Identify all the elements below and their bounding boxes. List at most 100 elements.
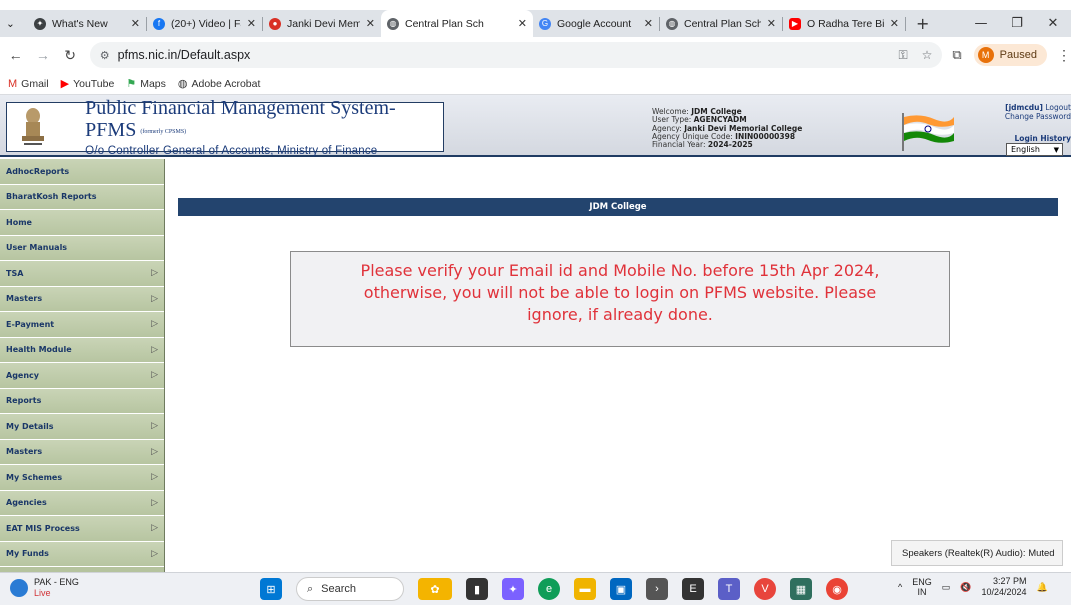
bookmark-star-icon[interactable]: ☆ [922, 48, 933, 63]
submenu-arrow-icon: ▷ [151, 548, 158, 559]
address-toolbar: ← → ↻ ⚙ pfms.nic.in/Default.aspx ⚿ ☆ ⧉ M… [0, 37, 1071, 73]
news-widget[interactable]: PAK - ENG Live [10, 577, 79, 599]
bookmark-label: Gmail [21, 77, 49, 90]
minimize-button[interactable]: — [963, 16, 999, 31]
network-icon[interactable]: ▭ [942, 582, 951, 593]
chrome-icon[interactable]: ◉ [826, 578, 848, 600]
widgets-icon[interactable]: ✿ [418, 578, 452, 600]
teams-icon[interactable]: T [718, 578, 740, 600]
input-language[interactable]: ENG IN [912, 577, 932, 597]
sidebar-item-label: EAT MIS Process [6, 523, 80, 533]
tab-whats-new[interactable]: ✦ What's New ✕ [28, 10, 146, 37]
close-icon[interactable]: ✕ [131, 17, 140, 30]
sidebar-item-masters-2[interactable]: Masters ▷ [0, 439, 164, 465]
bookmark-label: YouTube [73, 77, 115, 90]
close-icon[interactable]: ✕ [366, 17, 375, 30]
language-select[interactable]: English ▼ [1006, 143, 1063, 156]
sidebar-item-bharatkosh-reports[interactable]: BharatKosh Reports [0, 184, 164, 210]
notice-line: otherwise, you will not be able to login… [363, 283, 877, 302]
globe-icon: ◍ [666, 17, 678, 30]
close-icon[interactable]: ✕ [890, 17, 899, 30]
edge-icon[interactable]: e [538, 578, 560, 600]
terminal-icon[interactable]: › [646, 578, 668, 600]
formerly-label: (formerly CPSMS) [140, 128, 187, 135]
sidebar-item-label: User Manuals [6, 243, 68, 253]
clock[interactable]: 3:27 PM 10/24/2024 [981, 576, 1026, 598]
vivaldi-icon[interactable]: V [754, 578, 776, 600]
sidebar-item-tsa[interactable]: TSA ▷ [0, 261, 164, 287]
close-icon[interactable]: ✕ [767, 17, 776, 30]
sidebar-item-e-payment[interactable]: E-Payment ▷ [0, 312, 164, 338]
sidebar-item-label: BharatKosh Reports [6, 192, 97, 202]
sidebar-item-user-manuals[interactable]: User Manuals [0, 235, 164, 261]
system-tray: ^ ENG IN ▭ 🔇 3:27 PM 10/24/2024 🔔 [898, 576, 1048, 598]
sidebar-item-my-schemes[interactable]: My Schemes ▷ [0, 465, 164, 491]
youtube-icon: ▶ [789, 17, 801, 30]
password-key-icon[interactable]: ⚿ [898, 48, 907, 63]
bookmark-maps[interactable]: ⚑ Maps [126, 77, 166, 91]
close-icon[interactable]: ✕ [644, 17, 653, 30]
pfms-logo-box[interactable]: Public Financial Management System-PFMS(… [6, 97, 444, 157]
forward-button[interactable]: → [31, 47, 54, 63]
store-icon[interactable]: ▣ [610, 578, 632, 600]
tab-facebook[interactable]: f (20+) Video | Fa ✕ [147, 10, 262, 37]
tab-youtube-radha[interactable]: ▶ O Radha Tere Bi ✕ [783, 10, 905, 37]
sidebar-item-reports[interactable]: Reports [0, 388, 164, 414]
sidebar-item-masters[interactable]: Masters ▷ [0, 286, 164, 312]
restore-button[interactable]: ❐ [999, 16, 1035, 31]
profile-button[interactable]: M Paused [973, 44, 1047, 66]
tab-google-account[interactable]: G Google Account ✕ [533, 10, 659, 37]
volume-muted-icon[interactable]: 🔇 [960, 582, 971, 593]
chevron-up-icon[interactable]: ^ [898, 582, 902, 592]
sidebar-item-my-details[interactable]: My Details ▷ [0, 414, 164, 440]
bookmarks-bar: M Gmail ▶ YouTube ⚑ Maps ◍ Adobe Acrobat [0, 73, 1071, 95]
notice-line: ignore, if already done. [527, 305, 713, 324]
submenu-arrow-icon: ▷ [151, 421, 158, 432]
taskbar-search[interactable]: ⌕ Search [296, 577, 404, 601]
sidebar-item-my-funds[interactable]: My Funds ▷ [0, 541, 164, 567]
tab-search-button[interactable]: ⌄ [0, 10, 28, 37]
bookmark-acrobat[interactable]: ◍ Adobe Acrobat [178, 77, 261, 91]
tab-central-plan-active[interactable]: ◍ Central Plan Sch ✕ [381, 10, 533, 37]
copilot-icon[interactable]: ✦ [502, 578, 524, 600]
start-button-icon[interactable]: ⊞ [260, 578, 282, 600]
sidebar-item-label: Agencies [6, 498, 47, 508]
login-history-link[interactable]: Login History [1000, 134, 1071, 143]
sidebar-item-health-module[interactable]: Health Module ▷ [0, 337, 164, 363]
close-icon[interactable]: ✕ [518, 17, 527, 30]
notification-bell-icon[interactable]: 🔔 [1037, 582, 1048, 593]
change-password-link[interactable]: Change Password [1000, 112, 1071, 121]
whats-new-icon: ✦ [34, 17, 46, 30]
tab-label: Central Plan Sch [684, 17, 761, 30]
sidebar-item-label: Masters [6, 447, 43, 457]
tab-label: O Radha Tere Bi [807, 17, 884, 30]
tab-janki-devi[interactable]: ● Janki Devi Memo ✕ [263, 10, 381, 37]
task-view-icon[interactable]: ▮ [466, 578, 488, 600]
file-explorer-icon[interactable]: ▬ [574, 578, 596, 600]
url-field[interactable]: ⚙ pfms.nic.in/Default.aspx ⚿ ☆ [89, 42, 943, 68]
sidebar-item-adhoc-reports[interactable]: AdhocReports [0, 159, 164, 185]
notice-line: Please verify your Email id and Mobile N… [360, 261, 880, 280]
extensions-icon[interactable]: ⧉ [952, 47, 961, 63]
app-subtitle: O/o Controller General of Accounts, Mini… [85, 144, 378, 157]
bookmark-gmail[interactable]: M Gmail [8, 78, 49, 90]
reload-button[interactable]: ↻ [58, 47, 81, 64]
sidebar-item-home[interactable]: Home [0, 210, 164, 236]
sidebar-item-eat-mis-process[interactable]: EAT MIS Process ▷ [0, 516, 164, 542]
bookmark-youtube[interactable]: ▶ YouTube [61, 77, 115, 91]
sidebar-item-agencies[interactable]: Agencies ▷ [0, 490, 164, 516]
new-tab-button[interactable]: + [906, 14, 939, 33]
tab-central-plan[interactable]: ◍ Central Plan Sch ✕ [660, 10, 782, 37]
e-app-icon[interactable]: E [682, 578, 704, 600]
user-id-link[interactable]: [jdmcdu] [1005, 103, 1043, 112]
logout-link[interactable]: Logout [1045, 103, 1071, 112]
close-icon[interactable]: ✕ [247, 17, 256, 30]
globe-icon: ◍ [387, 17, 399, 30]
site-settings-icon[interactable]: ⚙ [100, 49, 110, 62]
menu-kebab-icon[interactable]: ⋮ [1057, 47, 1071, 64]
lang-code: ENG [912, 577, 932, 587]
calculator-icon[interactable]: ▦ [790, 578, 812, 600]
sidebar-item-agency[interactable]: Agency ▷ [0, 363, 164, 389]
back-button[interactable]: ← [4, 47, 27, 63]
window-close-button[interactable]: ✕ [1035, 16, 1071, 31]
